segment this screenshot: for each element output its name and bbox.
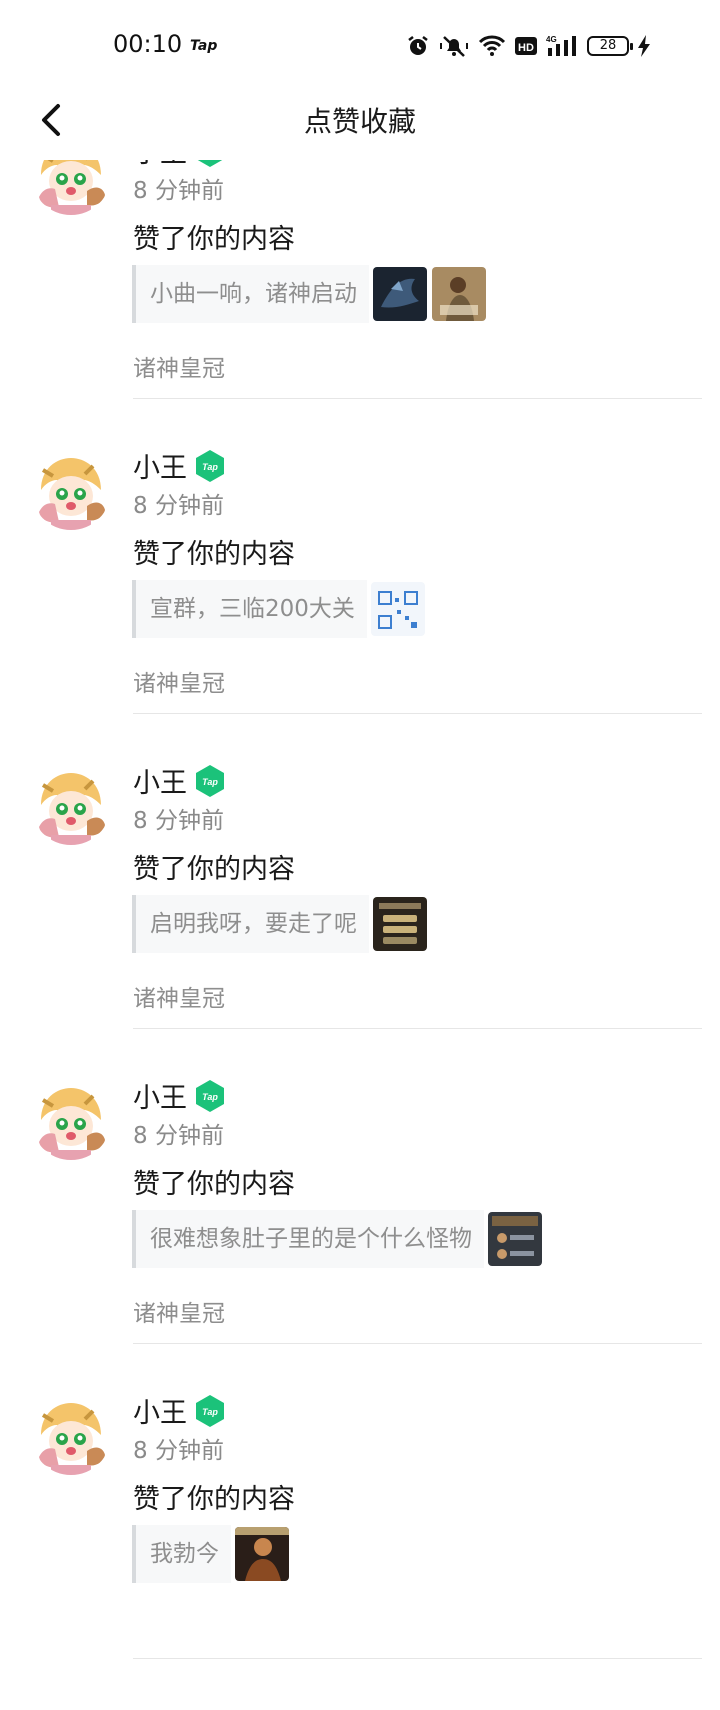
- timestamp: 8 分钟前: [133, 493, 224, 519]
- alarm-icon: [408, 36, 428, 55]
- tap-verified-badge-icon: Tap: [196, 1080, 224, 1112]
- quoted-text: 启明我呀，要走了呢: [132, 895, 369, 953]
- action-text: 赞了你的内容: [133, 1484, 295, 1515]
- game-name-link[interactable]: 诸神皇冠: [133, 664, 225, 698]
- notification-item[interactable]: 小王 Tap 8 分钟前 赞了你的内容 很难想象肚子里的是个什么怪物 诸神皇冠: [0, 1080, 720, 1395]
- svg-text:Tap: Tap: [202, 1092, 218, 1102]
- thumbnail-group: [373, 897, 427, 951]
- svg-text:Tap: Tap: [202, 462, 218, 472]
- tap-verified-badge-icon: Tap: [196, 450, 224, 482]
- signal-icon: 4G: [546, 35, 576, 56]
- divider: [133, 398, 702, 399]
- thumbnail-dark-dragon[interactable]: [373, 267, 427, 321]
- anime-avatar-image: [31, 1395, 111, 1475]
- avatar[interactable]: [31, 765, 111, 845]
- timestamp: 8 分钟前: [133, 178, 224, 204]
- user-name[interactable]: 小王: [133, 1391, 187, 1430]
- page-header: 点赞收藏: [0, 90, 720, 160]
- notification-item[interactable]: 小王 Tap 8 分钟前 赞了你的内容 宣群，三临200大关 诸神皇冠: [0, 450, 720, 765]
- quoted-text: 我勃今: [132, 1525, 231, 1583]
- notification-item[interactable]: 小王 Tap 8 分钟前 赞了你的内容 启明我呀，要走了呢 诸神皇冠: [0, 765, 720, 1080]
- mute-icon: [440, 36, 468, 57]
- divider: [133, 713, 702, 714]
- svg-text:4G: 4G: [546, 35, 557, 44]
- avatar[interactable]: [31, 450, 111, 530]
- quoted-content[interactable]: 宣群，三临200大关: [132, 580, 425, 638]
- game-name-link[interactable]: 诸神皇冠: [133, 979, 225, 1013]
- svg-text:Tap: Tap: [202, 777, 218, 787]
- quoted-content[interactable]: 启明我呀，要走了呢: [132, 895, 427, 953]
- thumbnail-qr-code[interactable]: [370, 582, 425, 636]
- svg-text:Tap: Tap: [202, 1407, 218, 1417]
- notification-item[interactable]: 小王 Tap 8 分钟前 赞了你的内容 小曲一响，诸神启动 诸神皇冠: [0, 135, 720, 450]
- anime-avatar-image: [31, 450, 111, 530]
- tap-app-mark: Tap: [190, 38, 218, 54]
- status-bar: 00:10 Tap HD 4G 28: [0, 0, 720, 90]
- thumbnail-group: [373, 267, 486, 321]
- game-name-link[interactable]: 诸神皇冠: [133, 349, 225, 383]
- action-text: 赞了你的内容: [133, 854, 295, 885]
- thumbnail-soldier[interactable]: [432, 267, 486, 321]
- divider: [133, 1028, 702, 1029]
- anime-avatar-image: [31, 765, 111, 845]
- status-time: 00:10: [113, 30, 183, 58]
- hd-icon: HD: [515, 37, 537, 55]
- action-text: 赞了你的内容: [133, 224, 295, 255]
- quoted-text: 小曲一响，诸神启动: [132, 265, 369, 323]
- quoted-content[interactable]: 我勃今: [132, 1525, 289, 1583]
- thumbnail-game-menu[interactable]: [373, 897, 427, 951]
- svg-text:HD: HD: [518, 42, 534, 54]
- divider: [133, 1658, 702, 1659]
- action-text: 赞了你的内容: [133, 1169, 295, 1200]
- action-text: 赞了你的内容: [133, 539, 295, 570]
- timestamp: 8 分钟前: [133, 1123, 224, 1149]
- user-name[interactable]: 小王: [133, 446, 187, 485]
- thumbnail-game-screen[interactable]: [488, 1212, 542, 1266]
- wifi-icon: [478, 35, 506, 56]
- divider: [133, 1343, 702, 1344]
- charging-icon: [638, 35, 650, 57]
- quoted-text: 很难想象肚子里的是个什么怪物: [132, 1210, 484, 1268]
- tap-verified-badge-icon: Tap: [196, 765, 224, 797]
- notification-item[interactable]: 小王 Tap 8 分钟前 赞了你的内容 我勃今: [0, 1395, 720, 1710]
- quoted-content[interactable]: 小曲一响，诸神启动: [132, 265, 486, 323]
- avatar[interactable]: [31, 1395, 111, 1475]
- quoted-content[interactable]: 很难想象肚子里的是个什么怪物: [132, 1210, 542, 1268]
- tap-verified-badge-icon: Tap: [196, 1395, 224, 1427]
- battery-icon: 28: [587, 36, 633, 56]
- user-name[interactable]: 小王: [133, 761, 187, 800]
- anime-avatar-image: [31, 1080, 111, 1160]
- avatar[interactable]: [31, 1080, 111, 1160]
- thumbnail-group: [235, 1527, 289, 1581]
- thumbnail-group: [370, 582, 425, 636]
- thumbnail-warrior[interactable]: [235, 1527, 289, 1581]
- timestamp: 8 分钟前: [133, 1438, 224, 1464]
- user-name[interactable]: 小王: [133, 1076, 187, 1115]
- game-name-link[interactable]: 诸神皇冠: [133, 1294, 225, 1328]
- timestamp: 8 分钟前: [133, 808, 224, 834]
- thumbnail-group: [488, 1212, 542, 1266]
- page-title: 点赞收藏: [303, 105, 416, 138]
- quoted-text: 宣群，三临200大关: [132, 580, 367, 638]
